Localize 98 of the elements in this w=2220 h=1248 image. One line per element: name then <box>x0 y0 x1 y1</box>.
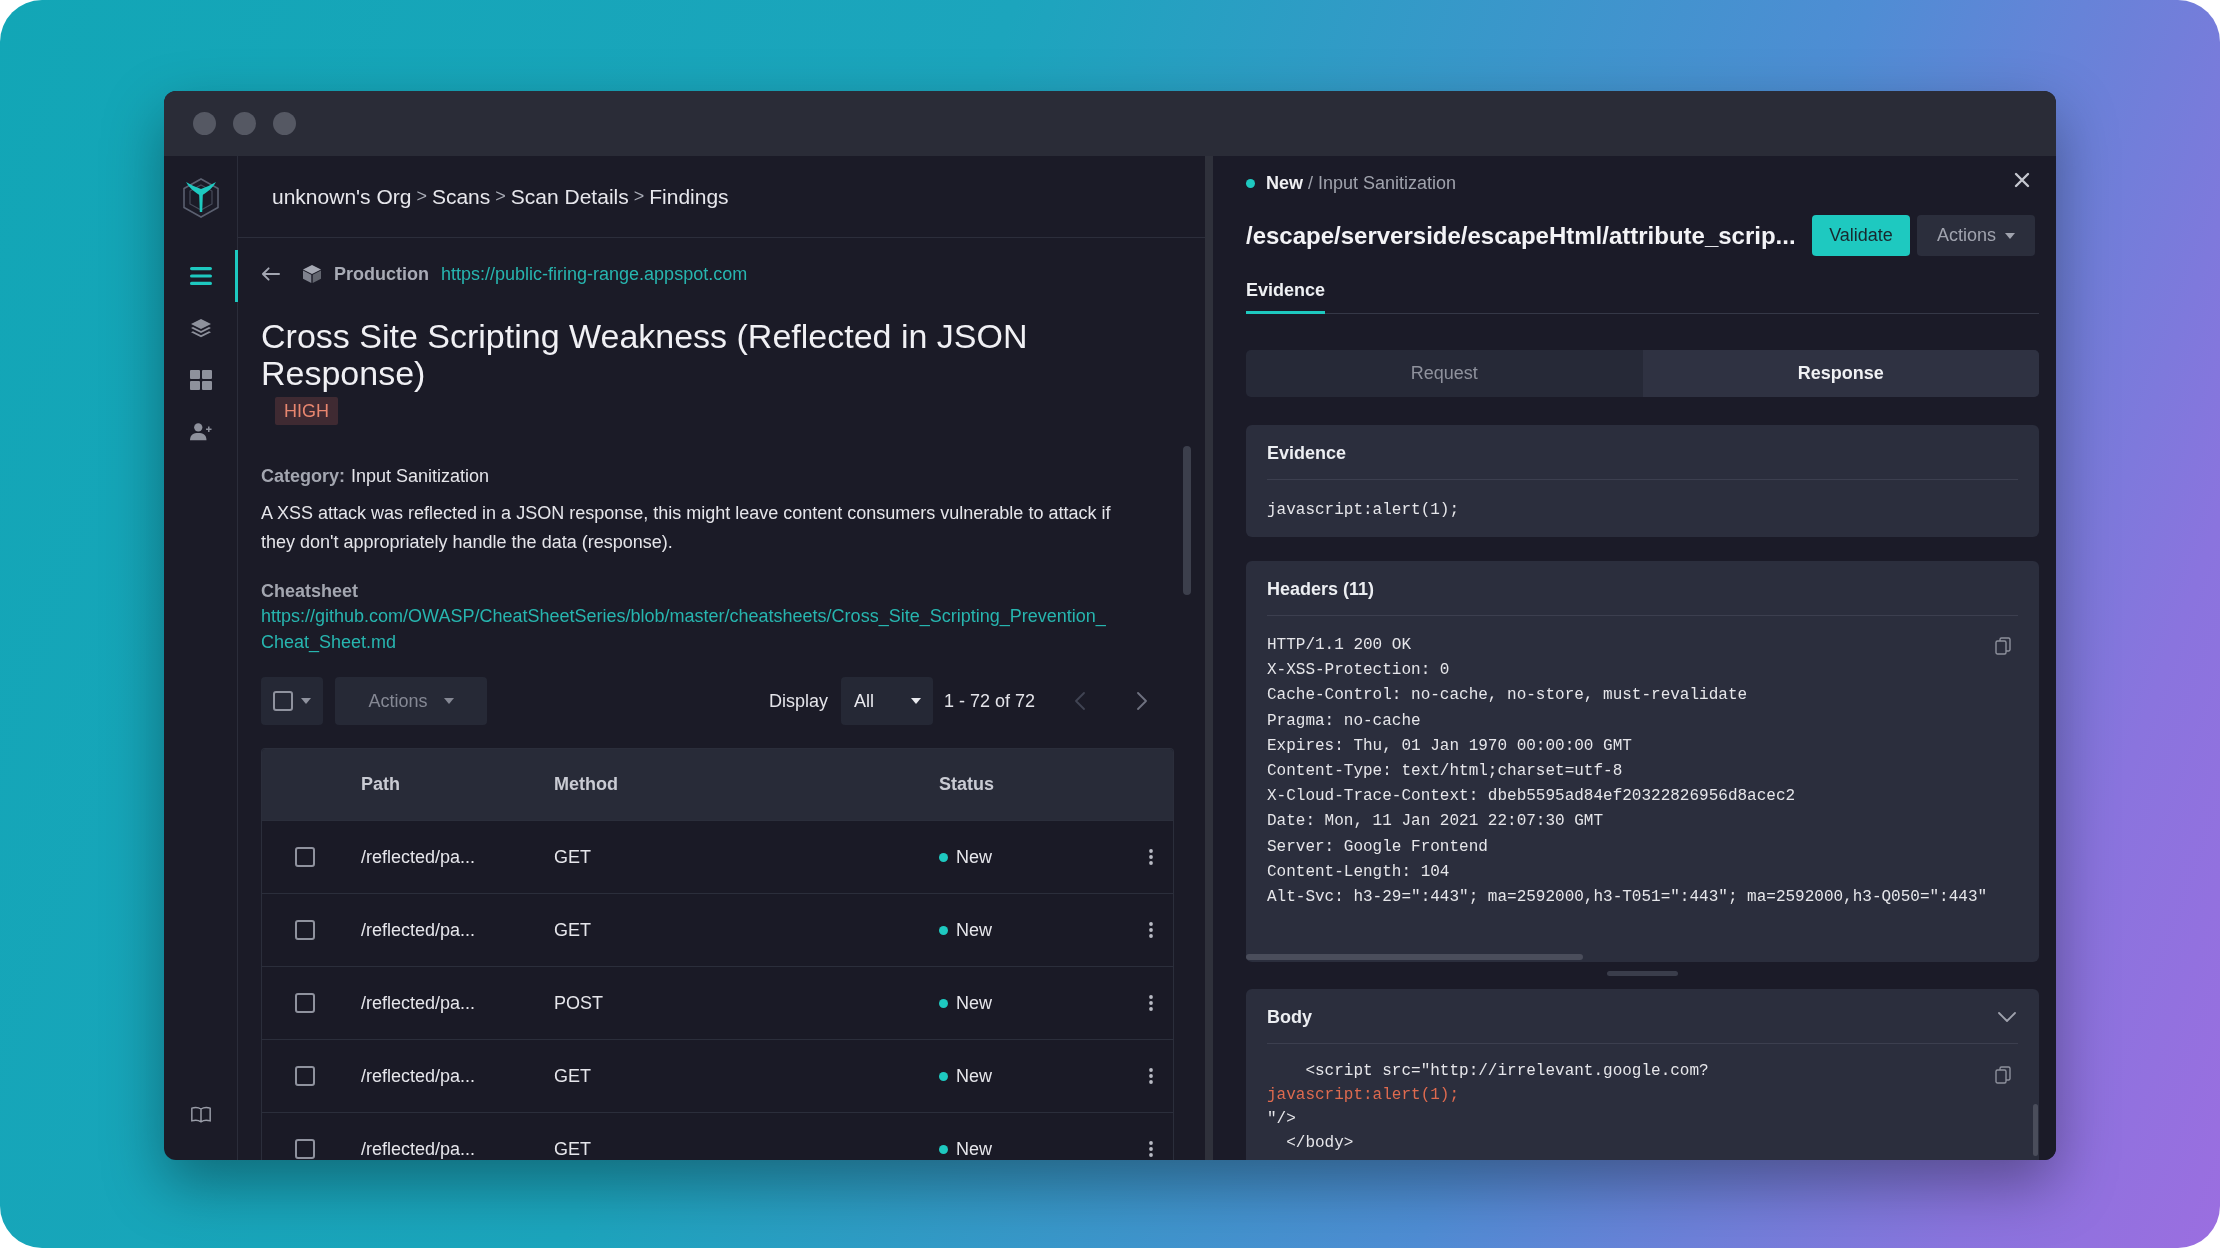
pagination-range: 1 - 72 of 72 <box>943 690 1035 712</box>
target-url-link[interactable]: https://public-firing-range.appspot.com <box>441 263 748 285</box>
breadcrumb-link[interactable]: Scans <box>431 184 491 209</box>
status-label: New <box>956 1065 992 1087</box>
status-label: New <box>956 1138 992 1160</box>
column-header[interactable]: Path <box>361 774 400 795</box>
severity-badge: HIGH <box>275 397 338 425</box>
checkbox[interactable] <box>295 847 315 867</box>
code-line: Server: Google Frontend <box>1267 836 1488 858</box>
panel-resize-handle[interactable] <box>1205 156 1213 1160</box>
validate-button[interactable]: Validate <box>1812 215 1910 256</box>
table-cell: GET <box>554 919 591 941</box>
code-line: "/> <box>1267 1109 1296 1131</box>
chevron-right-icon[interactable] <box>1137 692 1147 710</box>
copy-icon[interactable] <box>1995 637 2011 655</box>
code-line: Pragma: no-cache <box>1267 710 1421 732</box>
card-title: Evidence <box>1267 442 1347 465</box>
segment-tab[interactable]: Response <box>1642 350 2039 397</box>
tab[interactable]: Evidence <box>1246 273 1326 314</box>
copy-icon[interactable] <box>1995 1066 2011 1085</box>
table-cell: /reflected/pa... <box>361 1138 476 1160</box>
checkbox[interactable] <box>295 993 315 1013</box>
select-all-dropdown[interactable] <box>261 677 323 725</box>
code-line: X-Cloud-Trace-Context: dbeb5595ad84ef20322826956d8acec2 <box>1267 786 1796 808</box>
code-line: <script src="http://irrelevant.google.com? <box>1304 1061 1709 1083</box>
category-label: Input Sanitization <box>1318 172 1457 194</box>
breadcrumb-link[interactable]: Scan Details <box>510 184 629 209</box>
kebab-menu-icon[interactable] <box>1149 995 1153 1011</box>
code-line: javascript:alert(1); <box>1267 500 1461 521</box>
code-line: Alt-Svc: h3-29=":443"; ma=2592000,h3-T051=":443"; ma=2592000,h3-Q050=":443" <box>1267 887 1988 909</box>
caret-icon <box>2005 232 2015 239</box>
code-line: Date: Mon, 11 Jan 2021 22:07:30 GMT <box>1267 811 1604 833</box>
cheatsheet-label: Cheatsheet <box>261 580 359 603</box>
card-title: Headers (11) <box>1267 578 1375 601</box>
checkbox[interactable] <box>273 691 293 711</box>
breadcrumb-link[interactable]: unknown's Org <box>272 184 412 209</box>
caret-icon <box>910 698 921 704</box>
table-cell: GET <box>554 1065 591 1087</box>
status-label: New <box>956 992 992 1014</box>
display-select[interactable]: All <box>840 677 933 725</box>
checkbox[interactable] <box>295 1139 315 1159</box>
scrollbar-thumb[interactable] <box>1246 954 1583 961</box>
kebab-menu-icon[interactable] <box>1149 1141 1153 1157</box>
table-cell: GET <box>554 1138 591 1160</box>
finding-title: Cross Site Scripting Weakness (Reflected in JSON Response) <box>261 318 1029 392</box>
checkbox[interactable] <box>295 1066 315 1086</box>
code-line: HTTP/1.1 200 OK <box>1267 635 1412 656</box>
segment-tab[interactable]: Request <box>1246 350 1643 397</box>
caret-icon <box>443 698 454 704</box>
code-line: Content-Length: 104 <box>1267 861 1450 883</box>
breadcrumb-current: Findings <box>649 184 729 209</box>
code-line: Expires: Thu, 01 Jan 1970 00:00:00 GMT <box>1267 735 1632 757</box>
code-line: javascript:alert(1); <box>1267 1085 1460 1107</box>
book-icon[interactable] <box>189 1105 212 1124</box>
table-cell: /reflected/pa... <box>361 919 476 941</box>
scrollbar-thumb[interactable] <box>1183 446 1191 595</box>
kebab-menu-icon[interactable] <box>1149 922 1153 938</box>
card-title: Body <box>1267 1006 1312 1030</box>
breadcrumb-separator: > <box>416 186 427 207</box>
list-icon <box>190 266 212 286</box>
column-header[interactable]: Method <box>554 774 618 795</box>
status-label: New <box>956 919 992 941</box>
finding-description: A XSS attack was reflected in a JSON response, this might leave content consumers vulnerable to attack if they don't appropriately handle the data (response). <box>261 502 1112 554</box>
resize-handle[interactable] <box>1607 971 1678 977</box>
display-label: Display <box>768 690 828 712</box>
category-label: Category: <box>261 466 345 486</box>
breadcrumb-separator: > <box>633 186 645 207</box>
table-cell: /reflected/pa... <box>361 992 476 1014</box>
actions-button[interactable]: Actions <box>1917 215 2035 256</box>
cheatsheet-link[interactable]: https://github.com/OWASP/CheatSheetSeries/blob/master/cheatsheets/Cross_Site_Scripting_Prevention_Cheat_Sheet.md <box>261 603 1113 655</box>
checkbox[interactable] <box>295 920 315 940</box>
breadcrumb-separator: / <box>1308 172 1314 194</box>
caret-icon <box>301 698 311 704</box>
chevron-down-icon[interactable] <box>1998 1012 2016 1023</box>
breadcrumb-separator: > <box>495 186 506 207</box>
category-value: Input Sanitization <box>351 466 490 486</box>
code-line: Content-Type: text/html;charset=utf-8 <box>1267 761 1623 782</box>
code-line: X-XSS-Protection: 0 <box>1267 660 1450 682</box>
table-cell: /reflected/pa... <box>361 846 476 868</box>
code-line: </body> <box>1285 1133 1354 1155</box>
scrollbar-thumb[interactable] <box>2033 1104 2038 1157</box>
column-header[interactable]: Status <box>939 774 994 795</box>
back-arrow-icon[interactable] <box>261 266 280 282</box>
environment-label: Production <box>334 263 429 285</box>
grid-icon <box>190 370 212 390</box>
kebab-menu-icon[interactable] <box>1149 1068 1153 1084</box>
finding-path-title: /escape/serverside/escapeHtml/attribute_scrip... <box>1246 221 1796 250</box>
status-label: New <box>1266 172 1303 194</box>
table-cell: /reflected/pa... <box>361 1065 476 1087</box>
cube-icon <box>302 264 322 284</box>
add-user-icon <box>190 422 212 442</box>
status-label: New <box>956 846 992 868</box>
table-cell: POST <box>554 992 603 1014</box>
table-cell: GET <box>554 846 591 868</box>
layers-icon <box>190 318 212 338</box>
code-line: Cache-Control: no-cache, no-store, must-revalidate <box>1267 685 1748 707</box>
kebab-menu-icon[interactable] <box>1149 849 1153 865</box>
close-icon[interactable] <box>2014 172 2030 188</box>
